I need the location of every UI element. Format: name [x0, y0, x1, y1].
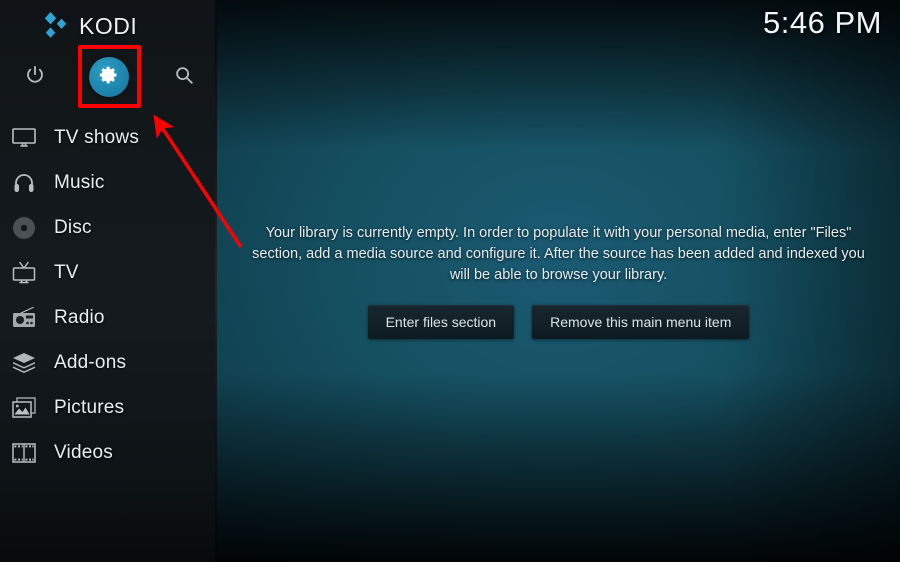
app-logo: KODI — [40, 12, 137, 40]
pictures-stack-icon — [10, 394, 38, 422]
open-box-icon — [10, 349, 38, 377]
sidebar-item-label: Music — [54, 171, 105, 193]
sidebar-item-add-ons[interactable]: Add-ons — [0, 340, 217, 385]
sidebar: KODI TV shows Music Disc TV Radio Add-on… — [0, 0, 217, 562]
tv-monitor-icon — [10, 124, 38, 152]
sidebar-item-pictures[interactable]: Pictures — [0, 385, 217, 430]
sidebar-item-label: TV — [54, 261, 79, 283]
enter-files-section-button[interactable]: Enter files section — [367, 305, 515, 340]
sidebar-item-tv-shows[interactable]: TV shows — [0, 115, 217, 160]
clock: 5:46 PM — [763, 5, 882, 40]
sidebar-item-label: TV shows — [54, 126, 140, 148]
sidebar-item-tv[interactable]: TV — [0, 250, 217, 295]
app-name-label: KODI — [79, 12, 138, 39]
sidebar-item-disc[interactable]: Disc — [0, 205, 217, 250]
sidebar-item-music[interactable]: Music — [0, 160, 217, 205]
headphones-icon — [10, 169, 38, 197]
sidebar-item-label: Videos — [54, 441, 113, 463]
film-strip-icon — [10, 439, 38, 467]
sidebar-menu: TV shows Music Disc TV Radio Add-ons Pic… — [0, 115, 217, 475]
search-button[interactable] — [155, 48, 213, 106]
kodi-home-screen: 5:46 PM Your library is currently empty.… — [0, 0, 900, 562]
gear-icon — [99, 65, 119, 90]
power-icon — [24, 64, 46, 91]
kodi-diamond-logo-icon — [40, 12, 70, 40]
sidebar-top-actions — [0, 48, 217, 106]
remove-main-menu-item-button[interactable]: Remove this main menu item — [532, 305, 750, 340]
sidebar-item-label: Add-ons — [54, 351, 127, 373]
sidebar-item-label: Radio — [54, 306, 105, 328]
sidebar-item-label: Disc — [54, 216, 92, 238]
disc-icon — [10, 214, 38, 242]
radio-icon — [10, 304, 38, 332]
empty-library-message: Your library is currently empty. In orde… — [252, 224, 865, 283]
sidebar-item-videos[interactable]: Videos — [0, 430, 217, 475]
television-antenna-icon — [10, 259, 38, 287]
settings-button-circle — [89, 57, 129, 97]
power-button[interactable] — [6, 48, 64, 106]
search-icon — [173, 64, 195, 91]
sidebar-item-radio[interactable]: Radio — [0, 295, 217, 340]
sidebar-item-label: Pictures — [54, 396, 125, 418]
settings-button[interactable] — [80, 48, 138, 106]
main-content-area: Your library is currently empty. In orde… — [217, 0, 900, 562]
action-button-row: Enter files section Remove this main men… — [367, 305, 750, 340]
